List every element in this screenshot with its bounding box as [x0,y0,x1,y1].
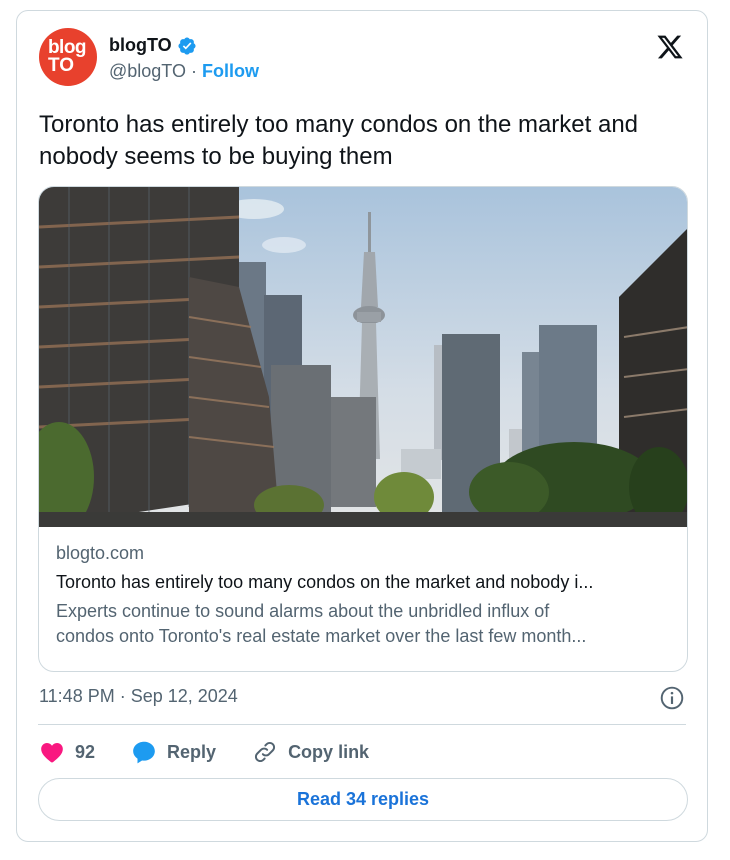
x-logo-icon[interactable] [655,33,685,61]
copy-link-button[interactable]: Copy link [252,739,369,765]
reply-button[interactable]: Reply [131,739,216,765]
link-description-line2: condos onto Toronto's real estate market… [56,626,587,646]
handle-separator: · [185,61,202,81]
read-replies-button[interactable]: Read 34 replies [38,778,688,821]
link-domain: blogto.com [56,543,145,563]
author-info: blogTO @blogTO · Follow [109,35,259,82]
link-icon [255,741,276,763]
like-button[interactable]: 92 [39,739,95,765]
link-preview-meta: blogto.com Toronto has entirely too many… [56,543,676,649]
author-avatar[interactable]: blog TO [39,28,97,86]
tweet-actions: 92 Reply Copy link [39,737,405,767]
heart-icon [41,743,63,763]
link-preview-image [39,187,687,527]
reply-label: Reply [167,741,217,762]
author-handle[interactable]: @blogTO [109,61,186,81]
tweet-text: Toronto has entirely too many condos on … [39,111,639,170]
reply-bubble-icon [133,741,155,764]
link-title: Toronto has entirely too many condos on … [56,572,594,592]
info-icon[interactable] [659,685,685,711]
tweet-timestamp[interactable]: 11:48 PM · Sep 12, 2024 [39,686,238,707]
link-preview-card[interactable]: blogto.com Toronto has entirely too many… [38,186,688,672]
avatar-text-line2: TO [47,55,75,76]
verified-badge-icon [178,36,196,55]
divider [38,724,686,725]
tweet-embed-card: blog TO blogTO @blogTO · Follow Toronto … [16,10,708,842]
follow-button[interactable]: Follow [202,61,259,81]
like-count: 92 [75,741,96,762]
link-description: Experts continue to sound alarms about t… [56,599,674,649]
author-handle-row: @blogTO · Follow [109,61,259,82]
copy-link-label: Copy link [288,741,370,762]
author-name[interactable]: blogTO [109,35,172,56]
link-description-line1: Experts continue to sound alarms about t… [56,601,550,621]
